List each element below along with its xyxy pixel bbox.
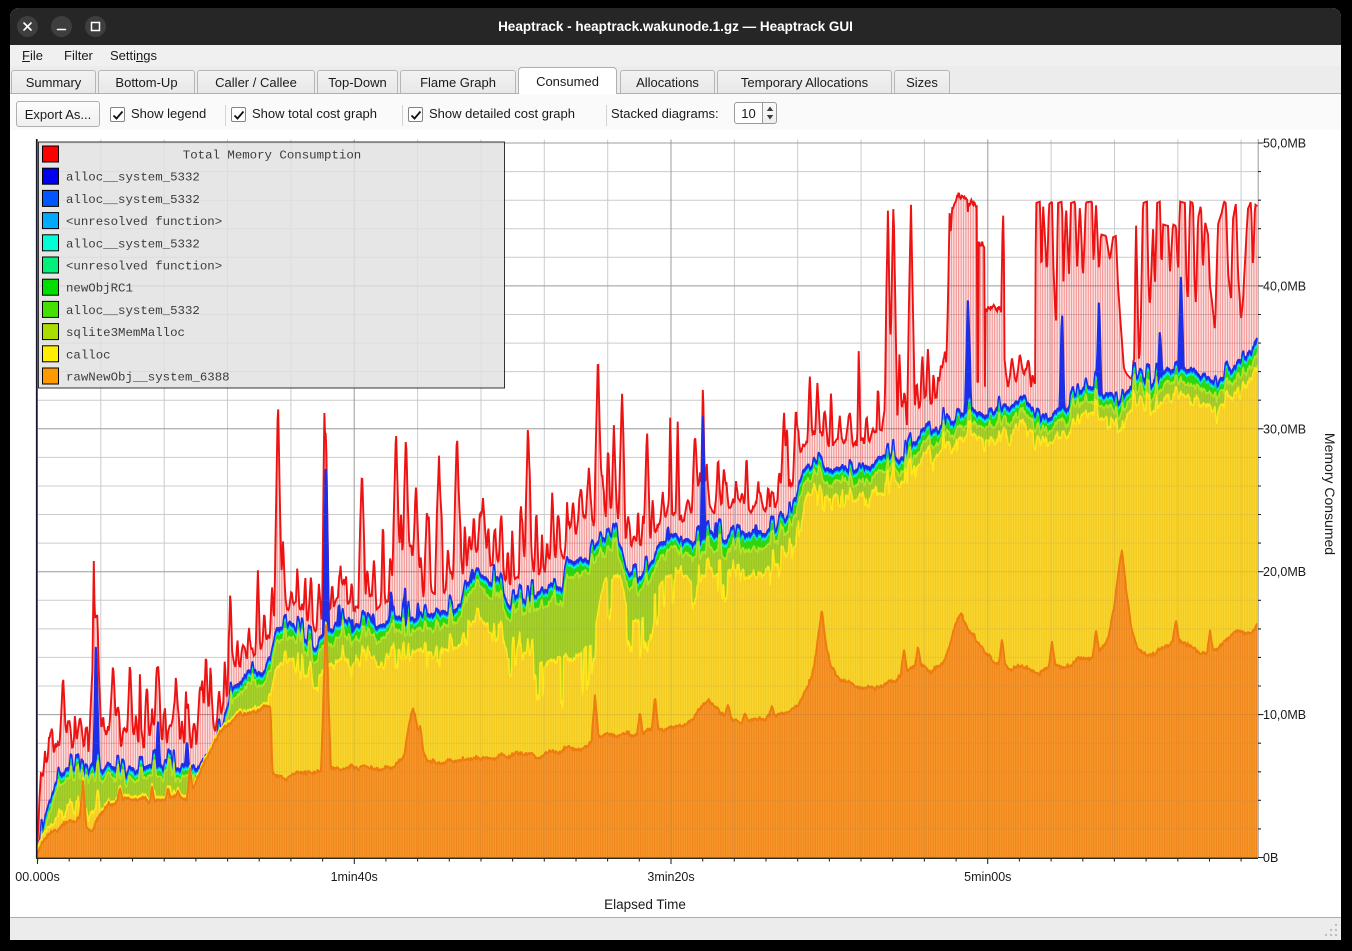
svg-text:Memory Consumed: Memory Consumed [1322,433,1338,555]
svg-text:calloc: calloc [66,348,111,362]
svg-text:1min40s: 1min40s [331,870,378,884]
svg-text:alloc__system_5332: alloc__system_5332 [66,171,200,185]
svg-text:Total Memory Consumption: Total Memory Consumption [183,149,361,163]
svg-text:alloc__system_5332: alloc__system_5332 [66,193,200,207]
svg-text:<unresolved function>: <unresolved function> [66,215,222,229]
svg-text:newObjRC1: newObjRC1 [66,282,133,296]
svg-text:sqlite3MemMalloc: sqlite3MemMalloc [66,326,185,340]
svg-text:Elapsed Time: Elapsed Time [604,897,686,912]
svg-text:00.000s: 00.000s [15,870,59,884]
svg-text:rawNewObj__system_6388: rawNewObj__system_6388 [66,371,230,385]
svg-text:0B: 0B [1263,851,1278,865]
svg-text:10,0MB: 10,0MB [1263,708,1306,722]
svg-text:5min00s: 5min00s [964,870,1011,884]
svg-text:<unresolved function>: <unresolved function> [66,260,222,274]
svg-text:3min20s: 3min20s [647,870,694,884]
svg-text:40,0MB: 40,0MB [1263,279,1306,293]
svg-text:20,0MB: 20,0MB [1263,565,1306,579]
svg-text:alloc__system_5332: alloc__system_5332 [66,304,200,318]
svg-text:50,0MB: 50,0MB [1263,137,1306,151]
svg-text:alloc__system_5332: alloc__system_5332 [66,237,200,251]
svg-text:30,0MB: 30,0MB [1263,422,1306,436]
